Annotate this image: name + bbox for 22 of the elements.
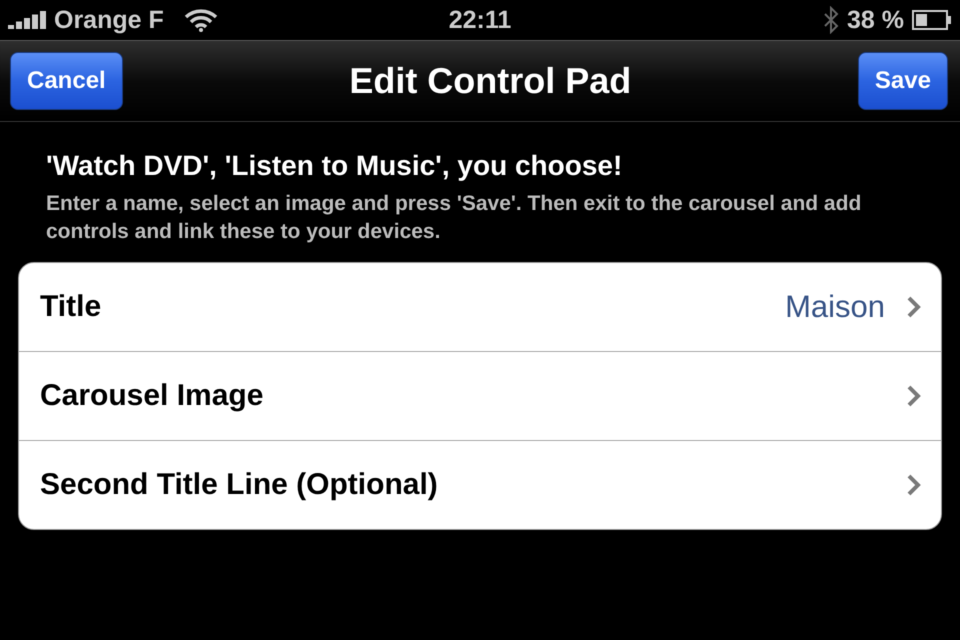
wifi-icon (184, 8, 218, 32)
battery-percent: 38 % (847, 6, 904, 34)
cancel-button[interactable]: Cancel (10, 52, 123, 110)
signal-icon (8, 11, 48, 29)
chevron-icon (907, 296, 921, 318)
row-value: Maison (785, 289, 885, 325)
row-label: Carousel Image (40, 379, 264, 413)
bluetooth-icon (823, 6, 840, 34)
nav-title: Edit Control Pad (349, 60, 632, 102)
battery-icon (912, 10, 952, 30)
chevron-icon (907, 474, 921, 496)
table-row[interactable]: Second Title Line (Optional) (19, 440, 941, 529)
chevron-icon (907, 385, 921, 407)
save-button[interactable]: Save (858, 52, 948, 110)
row-label: Second Title Line (Optional) (40, 468, 439, 502)
table-row[interactable]: Carousel Image (19, 351, 941, 440)
row-label: Title (40, 290, 102, 324)
carrier-name: Orange F (54, 6, 164, 34)
clock-time: 22:11 (448, 6, 512, 34)
table-row[interactable]: Title Maison (19, 263, 941, 351)
header-title: 'Watch DVD', 'Listen to Music', you choose! (46, 150, 624, 182)
header-description: Enter a name, select an image and press 'Save'. Then exit to the carousel and add controls and link these to your devices. (46, 191, 862, 245)
